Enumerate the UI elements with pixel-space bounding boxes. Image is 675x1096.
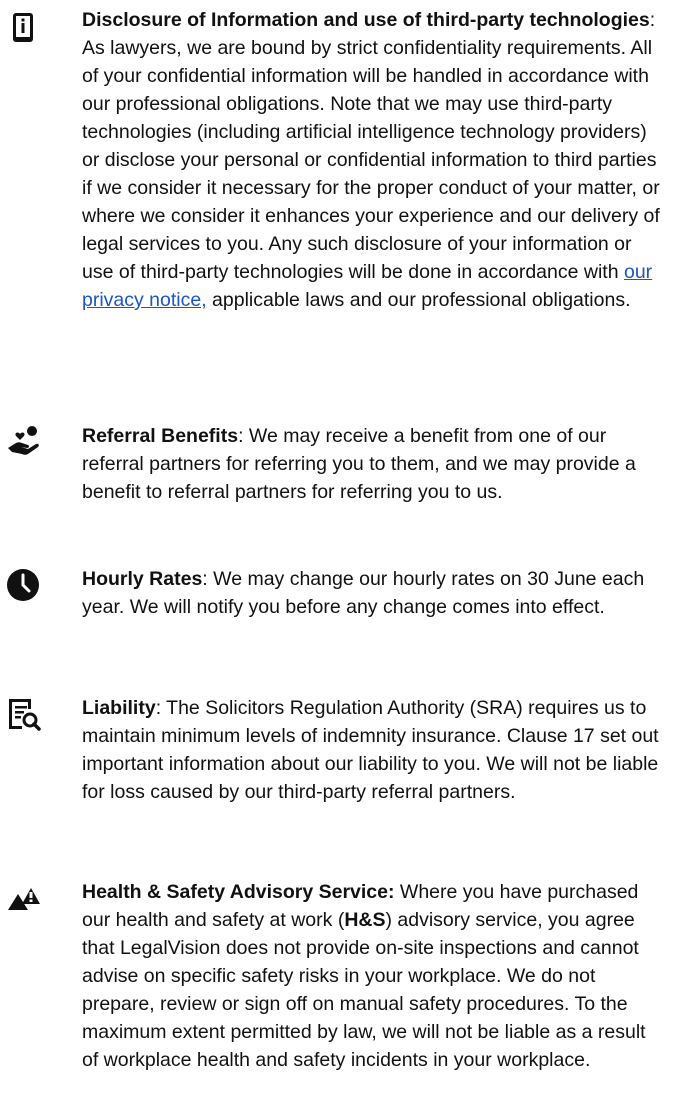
section-title: Disclosure of Information and use of thi… [82, 9, 650, 31]
separator: : [202, 568, 214, 590]
info-phone-icon [6, 10, 42, 46]
separator: : [155, 697, 167, 719]
section-hourly-rates: Hourly Rates: We may change our hourly r… [6, 565, 666, 621]
clock-icon [6, 567, 42, 603]
section-title: Hourly Rates [82, 568, 203, 590]
section-title: Liability [82, 697, 156, 719]
warning-hazard-icon [6, 880, 42, 916]
section-title: Health & Safety Advisory Service: [82, 881, 395, 903]
section-text: Referral Benefits: We may receive a bene… [50, 422, 666, 506]
section-title: Referral Benefits [82, 425, 239, 447]
section-referral-benefits: Referral Benefits: We may receive a bene… [6, 422, 666, 506]
hand-heart-icon [6, 424, 42, 460]
section-text: Liability: The Solicitors Regulation Aut… [50, 694, 666, 806]
section-disclosure: Disclosure of Information and use of thi… [6, 6, 666, 314]
hs-abbreviation: H&S [344, 909, 386, 931]
section-text: Hourly Rates: We may change our hourly r… [50, 565, 666, 621]
document-search-icon [6, 696, 42, 732]
section-text: Disclosure of Information and use of thi… [50, 6, 666, 314]
section-health-safety: Health & Safety Advisory Service: Where … [6, 878, 666, 1074]
section-body-end: applicable laws and our professional obl… [206, 289, 631, 311]
section-liability: Liability: The Solicitors Regulation Aut… [6, 694, 666, 806]
separator: : [649, 9, 656, 31]
section-text: Health & Safety Advisory Service: Where … [50, 878, 666, 1074]
section-body: As lawyers, we are bound by strict confi… [82, 37, 660, 283]
section-body-end: ) advisory service, you agree that Legal… [82, 909, 646, 1071]
separator: : [238, 425, 249, 447]
section-body: The Solicitors Regulation Authority (SRA… [82, 697, 659, 803]
